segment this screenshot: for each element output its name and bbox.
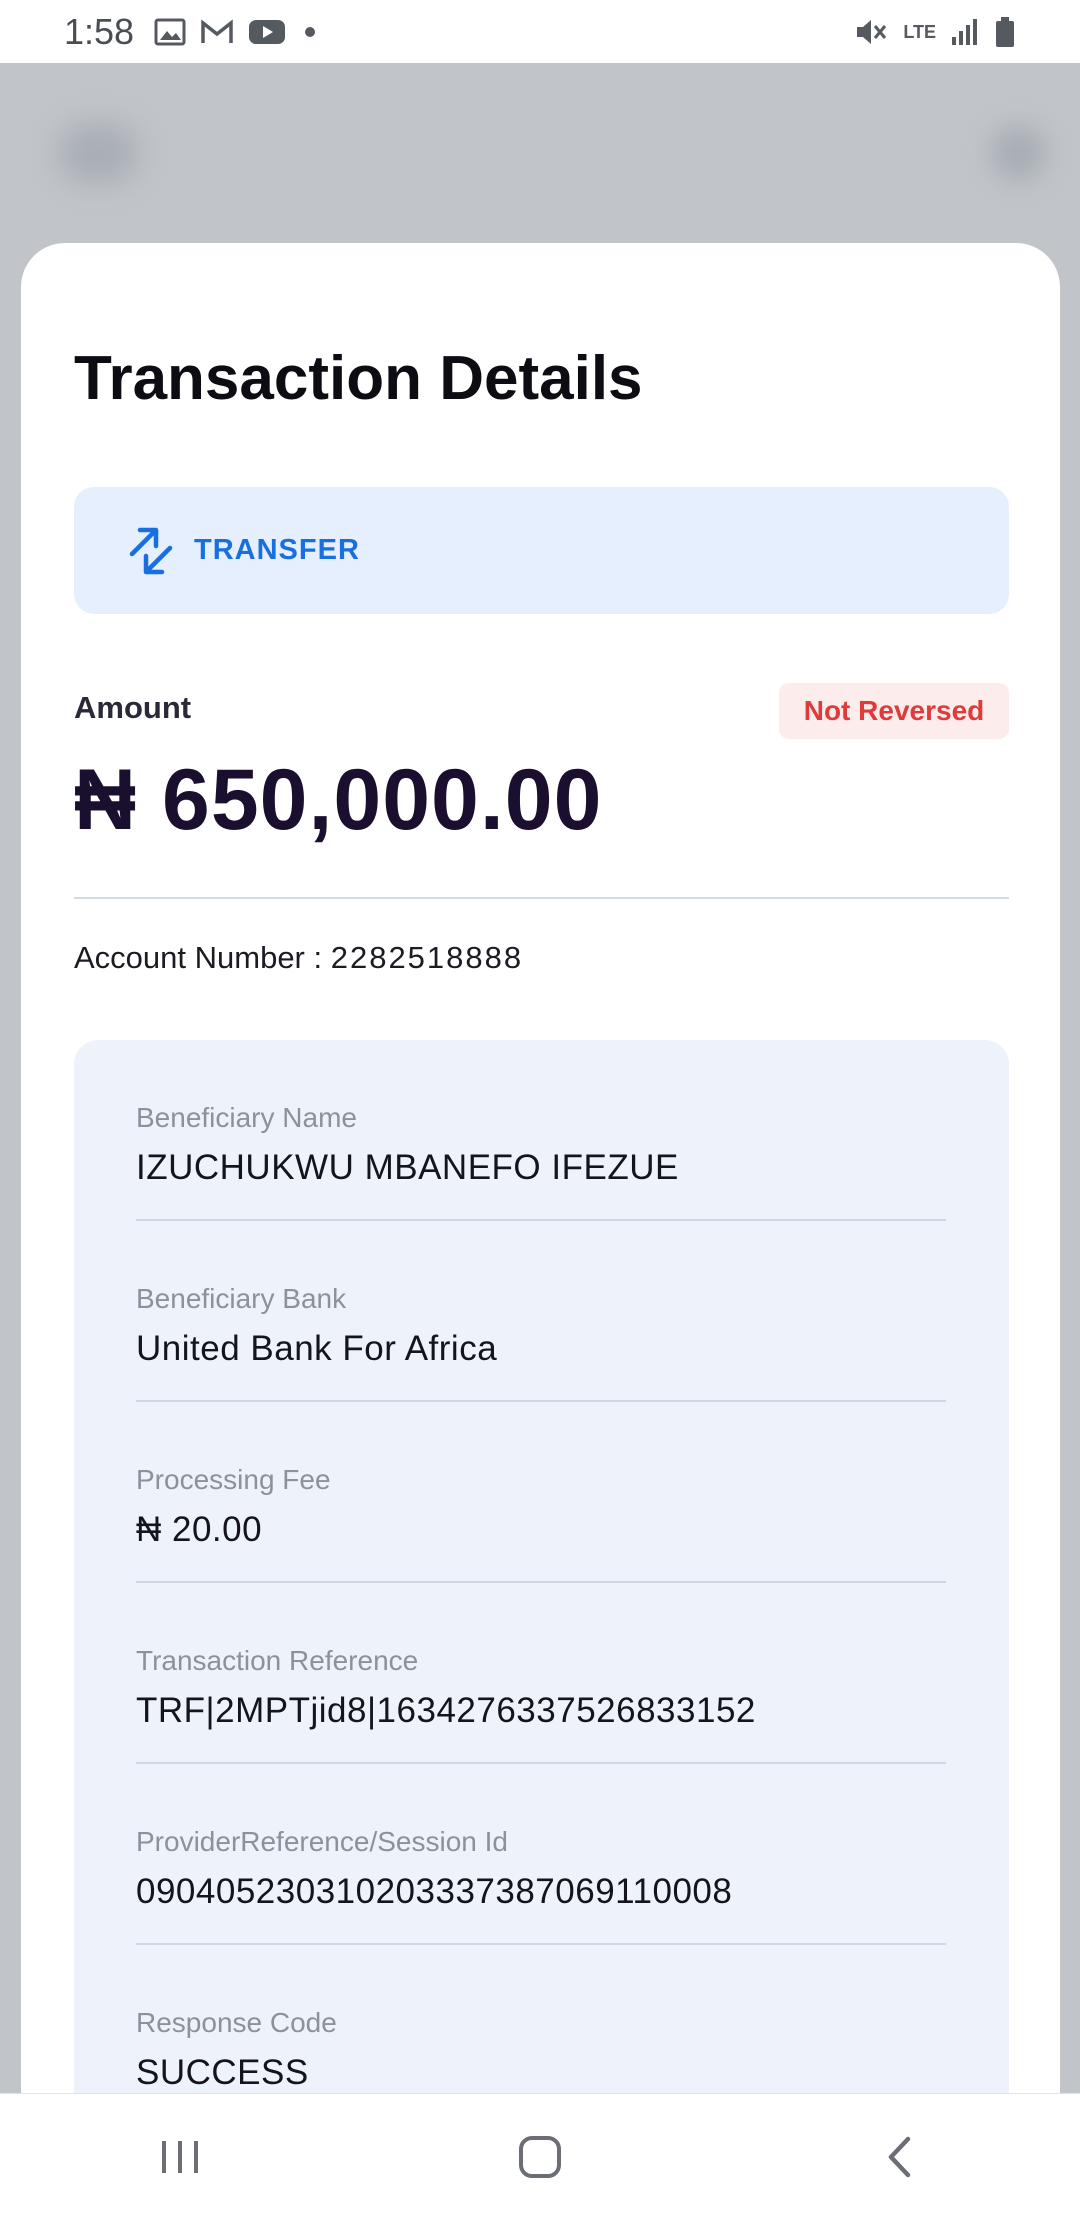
notification-icons [154, 18, 320, 46]
detail-value: ₦ 20.00 [136, 1510, 263, 1549]
account-number-label: Account Number : [74, 940, 331, 975]
blurred-logo [58, 123, 138, 183]
detail-row-processing-fee: Processing Fee ₦ 20.00 [136, 1402, 946, 1583]
detail-label: Beneficiary Name [136, 1102, 357, 1133]
detail-label: Transaction Reference [136, 1645, 419, 1676]
account-number-value: 2282518888 [330, 940, 524, 975]
home-button[interactable] [480, 2117, 600, 2197]
reversal-status-badge: Not Reversed [779, 683, 1009, 739]
detail-label: ProviderReference/Session Id [136, 1826, 508, 1857]
amount-value: ₦ 650,000.00 [74, 752, 603, 848]
system-icons: LTE [853, 16, 1016, 48]
detail-row-beneficiary-name: Beneficiary Name IZUCHUKWU MBANEFO IFEZU… [136, 1040, 946, 1221]
transaction-type-label: TRANSFER [194, 534, 360, 566]
detail-value: IZUCHUKWU MBANEFO IFEZUE [136, 1148, 679, 1187]
background-header [0, 63, 1080, 243]
detail-label: Beneficiary Bank [136, 1283, 347, 1314]
recents-button[interactable] [120, 2117, 240, 2197]
account-number-line: Account Number : 2282518888 [74, 940, 523, 976]
dot-icon [300, 18, 320, 46]
detail-value: 090405230310203337387069110008 [136, 1872, 733, 1911]
detail-row-session-id: ProviderReference/Session Id 09040523031… [136, 1764, 946, 1945]
image-icon [154, 18, 186, 46]
back-button[interactable] [840, 2117, 960, 2197]
detail-value: TRF|2MPTjid8|1634276337526833152 [136, 1691, 756, 1730]
mute-icon [853, 16, 889, 48]
battery-icon [994, 16, 1016, 48]
detail-label: Response Code [136, 2007, 337, 2038]
signal-icon [950, 17, 980, 47]
transfer-arrows-icon [129, 527, 173, 574]
home-icon [519, 2136, 561, 2178]
detail-label: Processing Fee [136, 1464, 331, 1495]
transaction-type-banner: TRANSFER [74, 487, 1009, 614]
youtube-icon [248, 18, 286, 46]
gmail-icon [200, 18, 234, 46]
transaction-details-sheet: Transaction Details TRANSFER Amount Not … [21, 243, 1060, 2140]
page-title: Transaction Details [74, 344, 643, 413]
detail-value: SUCCESS [136, 2053, 309, 2092]
detail-value: United Bank For Africa [136, 1329, 498, 1368]
divider [74, 897, 1009, 899]
lte-icon: LTE [903, 21, 936, 42]
detail-row-beneficiary-bank: Beneficiary Bank United Bank For Africa [136, 1221, 946, 1402]
blurred-avatar [990, 125, 1046, 181]
amount-label: Amount [74, 690, 192, 725]
system-nav-bar [0, 2093, 1080, 2220]
detail-row-transaction-reference: Transaction Reference TRF|2MPTjid8|16342… [136, 1583, 946, 1764]
back-icon [888, 2136, 911, 2178]
recents-icon [162, 2141, 198, 2173]
status-time: 1:58 [64, 10, 135, 52]
status-bar: 1:58 LTE [0, 0, 1080, 63]
details-card: Beneficiary Name IZUCHUKWU MBANEFO IFEZU… [74, 1040, 1009, 2140]
